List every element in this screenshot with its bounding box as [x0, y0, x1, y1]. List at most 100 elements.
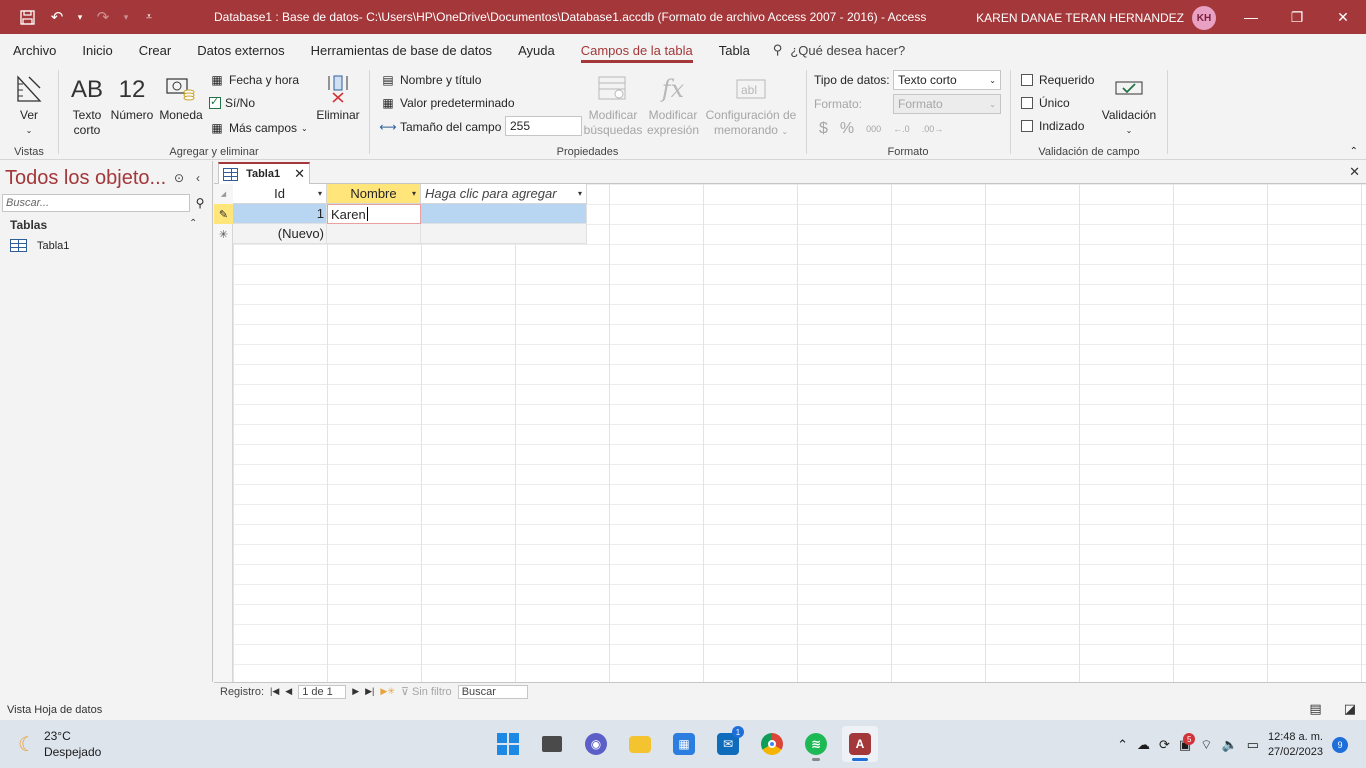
- undo-icon[interactable]: ↶: [44, 4, 70, 30]
- tab-inicio[interactable]: Inicio: [69, 34, 125, 66]
- avatar[interactable]: KH: [1192, 6, 1216, 30]
- tab-crear[interactable]: Crear: [126, 34, 185, 66]
- si-no-button[interactable]: Sí/No: [209, 95, 255, 110]
- currency-format-icon[interactable]: $: [819, 120, 828, 138]
- close-document-icon[interactable]: ✕: [1349, 164, 1360, 180]
- weather-widget[interactable]: ☾ 23°C Despejado: [18, 728, 101, 760]
- filter-status[interactable]: ⊽ Sin filtro: [401, 685, 452, 699]
- close-icon[interactable]: ✕: [1320, 0, 1366, 34]
- chevron-down-icon[interactable]: ▾: [412, 189, 416, 198]
- mail-icon[interactable]: ✉ 1: [710, 726, 746, 762]
- restore-icon[interactable]: ❐: [1274, 0, 1320, 34]
- field-size-input[interactable]: 255: [505, 116, 582, 136]
- chrome-icon[interactable]: [754, 726, 790, 762]
- ver-button[interactable]: Ver ⌄: [12, 70, 46, 138]
- nav-search-input[interactable]: Buscar...: [2, 194, 190, 212]
- moneda-button[interactable]: Moneda: [157, 70, 205, 123]
- column-header-nombre[interactable]: Nombre ▾: [327, 184, 421, 204]
- column-header-id[interactable]: Id ▾: [233, 184, 327, 204]
- undo-dropdown-icon[interactable]: ▾: [74, 4, 86, 30]
- thousands-separator-icon[interactable]: 000: [866, 124, 881, 134]
- eliminar-button[interactable]: Eliminar: [313, 70, 363, 123]
- tell-me-search[interactable]: ⚲ ¿Qué desea hacer?: [773, 42, 905, 58]
- fecha-hora-button[interactable]: ▦ Fecha y hora: [209, 72, 299, 88]
- decrease-decimals-icon[interactable]: .00→: [922, 124, 944, 134]
- unico-checkbox[interactable]: Único: [1021, 96, 1070, 110]
- tab-tabla[interactable]: Tabla: [706, 34, 763, 66]
- nav-item-tabla1[interactable]: Tabla1: [10, 239, 69, 252]
- notification-app-icon[interactable]: ▣ 5: [1179, 733, 1196, 753]
- cell-new[interactable]: (Nuevo): [233, 224, 327, 244]
- percent-icon[interactable]: %: [840, 120, 854, 138]
- requerido-checkbox[interactable]: Requerido: [1021, 73, 1094, 87]
- nav-pane-title[interactable]: Todos los objeto...: [5, 167, 166, 190]
- previous-record-icon[interactable]: ◀: [285, 686, 292, 697]
- cell-id[interactable]: 1: [233, 204, 327, 224]
- validacion-button[interactable]: Validación ⌄: [1099, 70, 1159, 138]
- pencil-icon[interactable]: ✎: [214, 204, 233, 224]
- modificar-expresion-button[interactable]: fx Modificar expresión: [645, 70, 701, 138]
- volume-icon[interactable]: 🔈: [1221, 737, 1237, 753]
- select-all-icon[interactable]: ◢: [214, 184, 233, 204]
- column-header-add[interactable]: Haga clic para agregar ▾: [421, 184, 587, 204]
- tab-herramientas[interactable]: Herramientas de base de datos: [298, 34, 505, 66]
- tab-ayuda[interactable]: Ayuda: [505, 34, 568, 66]
- spotify-icon[interactable]: ≋: [798, 726, 834, 762]
- texto-corto-button[interactable]: AB Texto corto: [69, 70, 105, 138]
- new-record-row[interactable]: (Nuevo): [233, 224, 587, 244]
- new-record-nav-icon[interactable]: ▶✳: [380, 686, 394, 697]
- customize-toolbar-icon[interactable]: ⩡: [136, 4, 162, 30]
- cell-new-add[interactable]: [421, 224, 587, 244]
- chevron-up-icon[interactable]: ⌃: [1117, 737, 1128, 753]
- valor-predeterminado-button[interactable]: ▦ Valor predeterminado: [380, 95, 514, 111]
- save-icon[interactable]: [14, 4, 40, 30]
- tab-datos-externos[interactable]: Datos externos: [184, 34, 297, 66]
- cell-new-nombre[interactable]: [327, 224, 421, 244]
- sync-icon[interactable]: ⟳: [1159, 737, 1170, 753]
- modificar-busquedas-button[interactable]: Modificar búsquedas: [584, 70, 642, 138]
- access-icon[interactable]: A: [842, 726, 878, 762]
- indizado-checkbox[interactable]: Indizado: [1021, 119, 1084, 133]
- store-icon[interactable]: ▦: [666, 726, 702, 762]
- battery-icon[interactable]: ▭: [1247, 737, 1259, 753]
- close-tab-icon[interactable]: ✕: [294, 166, 305, 182]
- teams-chat-icon[interactable]: ◉: [578, 726, 614, 762]
- table-row[interactable]: 1 Karen: [233, 204, 587, 224]
- first-record-icon[interactable]: |◀: [270, 686, 279, 697]
- increase-decimals-icon[interactable]: ←.0: [893, 124, 910, 134]
- record-position-input[interactable]: 1 de 1: [298, 684, 347, 699]
- chevron-down-icon[interactable]: ▾: [318, 189, 322, 198]
- cell-add[interactable]: [421, 204, 587, 224]
- onedrive-icon[interactable]: ☁: [1137, 737, 1150, 753]
- chevron-down-icon[interactable]: ▾: [578, 189, 582, 198]
- configuracion-memorando-button[interactable]: abl Configuración de memorando ⌄: [703, 70, 799, 139]
- minimize-icon[interactable]: —: [1228, 0, 1274, 34]
- next-record-icon[interactable]: ▶: [352, 686, 359, 697]
- task-view-icon[interactable]: [534, 726, 570, 762]
- nombre-titulo-button[interactable]: ▤ Nombre y título: [380, 72, 481, 88]
- mas-campos-button[interactable]: ▦ Más campos ⌄: [209, 120, 307, 136]
- cell-nombre-editing[interactable]: Karen: [327, 204, 421, 224]
- nav-section-tablas[interactable]: Tablas: [10, 218, 47, 232]
- collapse-nav-icon[interactable]: ‹: [196, 171, 200, 185]
- data-type-select[interactable]: Texto corto ⌄: [893, 70, 1001, 90]
- wifi-icon[interactable]: ⌔: [1200, 737, 1212, 753]
- tab-tabla1[interactable]: Tabla1 ✕: [218, 162, 310, 184]
- chevron-up-icon[interactable]: ⌃: [189, 218, 197, 229]
- nav-menu-chevron-icon[interactable]: ⊙: [174, 171, 184, 185]
- search-icon[interactable]: ⚲: [190, 194, 210, 212]
- tab-archivo[interactable]: Archivo: [0, 34, 69, 66]
- start-button[interactable]: [490, 726, 526, 762]
- redo-dropdown-icon[interactable]: ▾: [120, 4, 132, 30]
- tab-campos-de-la-tabla[interactable]: Campos de la tabla: [568, 34, 706, 66]
- design-view-icon[interactable]: ◪: [1344, 701, 1356, 717]
- last-record-icon[interactable]: ▶|: [365, 686, 374, 697]
- datasheet-view-icon[interactable]: ▤: [1309, 701, 1321, 717]
- redo-icon[interactable]: ↷: [90, 4, 116, 30]
- record-search-input[interactable]: Buscar: [457, 684, 528, 699]
- collapse-ribbon-icon[interactable]: ⌃: [1350, 146, 1358, 157]
- file-explorer-icon[interactable]: [622, 726, 658, 762]
- notification-count[interactable]: 9: [1332, 737, 1348, 753]
- numero-button[interactable]: 12 Número: [109, 70, 155, 123]
- format-select[interactable]: Formato ⌄: [893, 94, 1001, 114]
